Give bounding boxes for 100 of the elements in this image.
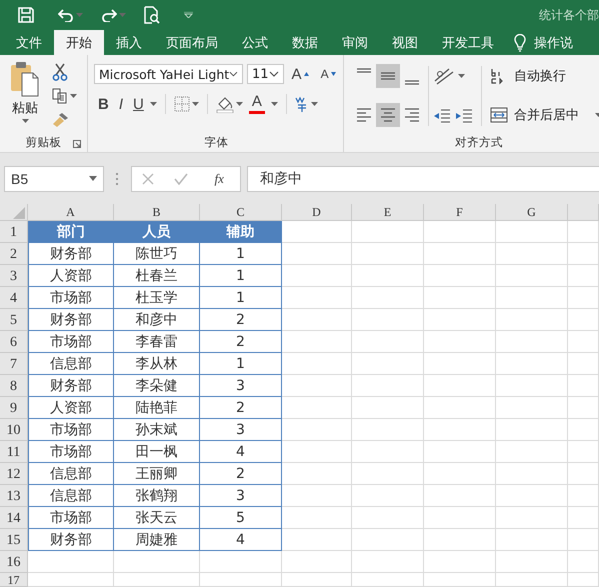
empty-cell[interactable] (568, 397, 599, 419)
underline-button[interactable]: U (129, 96, 148, 112)
paste-button[interactable]: 粘贴 (4, 59, 46, 132)
increase-indent-icon[interactable] (455, 108, 473, 124)
middle-align-button[interactable] (376, 64, 400, 88)
empty-cell[interactable] (114, 573, 200, 587)
empty-cell[interactable] (352, 485, 424, 507)
empty-cell[interactable] (352, 265, 424, 287)
empty-cell[interactable] (496, 573, 568, 587)
empty-cell[interactable] (496, 507, 568, 529)
empty-cell[interactable] (424, 353, 496, 375)
empty-cell[interactable] (568, 221, 599, 243)
empty-cell[interactable] (282, 309, 352, 331)
empty-cell[interactable] (496, 243, 568, 265)
decrease-indent-icon[interactable] (433, 108, 451, 124)
empty-cell[interactable] (424, 243, 496, 265)
empty-cell[interactable] (568, 265, 599, 287)
borders-icon[interactable] (174, 96, 190, 112)
ribbon-tab[interactable]: 开发工具 (430, 30, 506, 55)
column-header[interactable]: G (496, 204, 568, 221)
dialog-launcher-icon[interactable] (73, 140, 81, 148)
empty-cell[interactable] (282, 287, 352, 309)
column-header[interactable]: E (352, 204, 424, 221)
column-header[interactable]: F (424, 204, 496, 221)
row-header[interactable]: 1 (0, 221, 28, 243)
empty-cell[interactable] (424, 463, 496, 485)
row-header[interactable]: 6 (0, 331, 28, 353)
center-align-button[interactable] (376, 103, 400, 128)
redo-icon[interactable] (101, 8, 117, 22)
empty-cell[interactable] (352, 221, 424, 243)
empty-cell[interactable] (568, 463, 599, 485)
empty-cell[interactable] (496, 309, 568, 331)
format-painter-icon[interactable] (52, 112, 70, 128)
row-header[interactable]: 16 (0, 551, 28, 573)
empty-cell[interactable] (568, 551, 599, 573)
empty-cell[interactable] (352, 287, 424, 309)
ribbon-tab[interactable]: 审阅 (330, 30, 380, 55)
empty-cell[interactable] (352, 309, 424, 331)
empty-cell[interactable] (352, 353, 424, 375)
empty-cell[interactable] (424, 441, 496, 463)
italic-button[interactable]: I (114, 96, 128, 112)
empty-cell[interactable] (424, 551, 496, 573)
empty-cell[interactable] (282, 529, 352, 551)
lightbulb-icon[interactable] (514, 34, 526, 52)
empty-cell[interactable] (568, 353, 599, 375)
empty-cell[interactable] (352, 243, 424, 265)
ribbon-tab[interactable]: 页面布局 (154, 30, 230, 55)
row-header[interactable]: 11 (0, 441, 28, 463)
empty-cell[interactable] (352, 419, 424, 441)
wrap-text-button[interactable]: 自动换行 (486, 64, 599, 87)
empty-cell[interactable] (568, 331, 599, 353)
select-all-icon[interactable] (13, 207, 25, 219)
font-size-field[interactable]: 11 (247, 64, 284, 84)
column-header[interactable] (568, 204, 599, 221)
empty-cell[interactable] (282, 507, 352, 529)
empty-cell[interactable] (424, 265, 496, 287)
empty-cell[interactable] (496, 375, 568, 397)
column-header[interactable]: D (282, 204, 352, 221)
empty-cell[interactable] (568, 309, 599, 331)
empty-cell[interactable] (424, 287, 496, 309)
print-preview-icon[interactable] (144, 6, 160, 24)
empty-cell[interactable] (424, 507, 496, 529)
empty-cell[interactable] (424, 529, 496, 551)
empty-cell[interactable] (282, 573, 352, 587)
empty-cell[interactable] (352, 529, 424, 551)
empty-cell[interactable] (424, 485, 496, 507)
empty-cell[interactable] (496, 221, 568, 243)
empty-cell[interactable] (496, 353, 568, 375)
empty-cell[interactable] (496, 397, 568, 419)
empty-cell[interactable] (352, 331, 424, 353)
empty-cell[interactable] (352, 551, 424, 573)
phonetic-guide-icon[interactable] (294, 95, 309, 113)
row-header[interactable]: 2 (0, 243, 28, 265)
grow-font-button[interactable]: A (288, 66, 313, 82)
copy-icon[interactable] (52, 88, 68, 104)
row-header[interactable]: 15 (0, 529, 28, 551)
empty-cell[interactable] (496, 419, 568, 441)
empty-cell[interactable] (282, 353, 352, 375)
empty-cell[interactable] (424, 375, 496, 397)
row-header[interactable]: 3 (0, 265, 28, 287)
empty-cell[interactable] (282, 331, 352, 353)
empty-cell[interactable] (282, 265, 352, 287)
font-name-field[interactable]: Microsoft YaHei Light (94, 64, 243, 84)
row-header[interactable]: 17 (0, 573, 28, 587)
empty-cell[interactable] (496, 287, 568, 309)
row-header[interactable]: 5 (0, 309, 28, 331)
enter-icon[interactable] (174, 172, 188, 184)
cut-icon[interactable] (52, 62, 68, 81)
empty-cell[interactable] (282, 441, 352, 463)
empty-cell[interactable] (282, 551, 352, 573)
empty-cell[interactable] (424, 309, 496, 331)
empty-cell[interactable] (568, 507, 599, 529)
font-color-button[interactable]: A (244, 94, 269, 114)
tell-me-text[interactable]: 操作说 (534, 34, 573, 52)
empty-cell[interactable] (282, 463, 352, 485)
ribbon-tab[interactable]: 文件 (4, 30, 54, 55)
insert-function-button[interactable]: fx (208, 170, 230, 188)
cancel-icon[interactable] (142, 172, 154, 184)
empty-cell[interactable] (282, 397, 352, 419)
empty-cell[interactable] (568, 485, 599, 507)
